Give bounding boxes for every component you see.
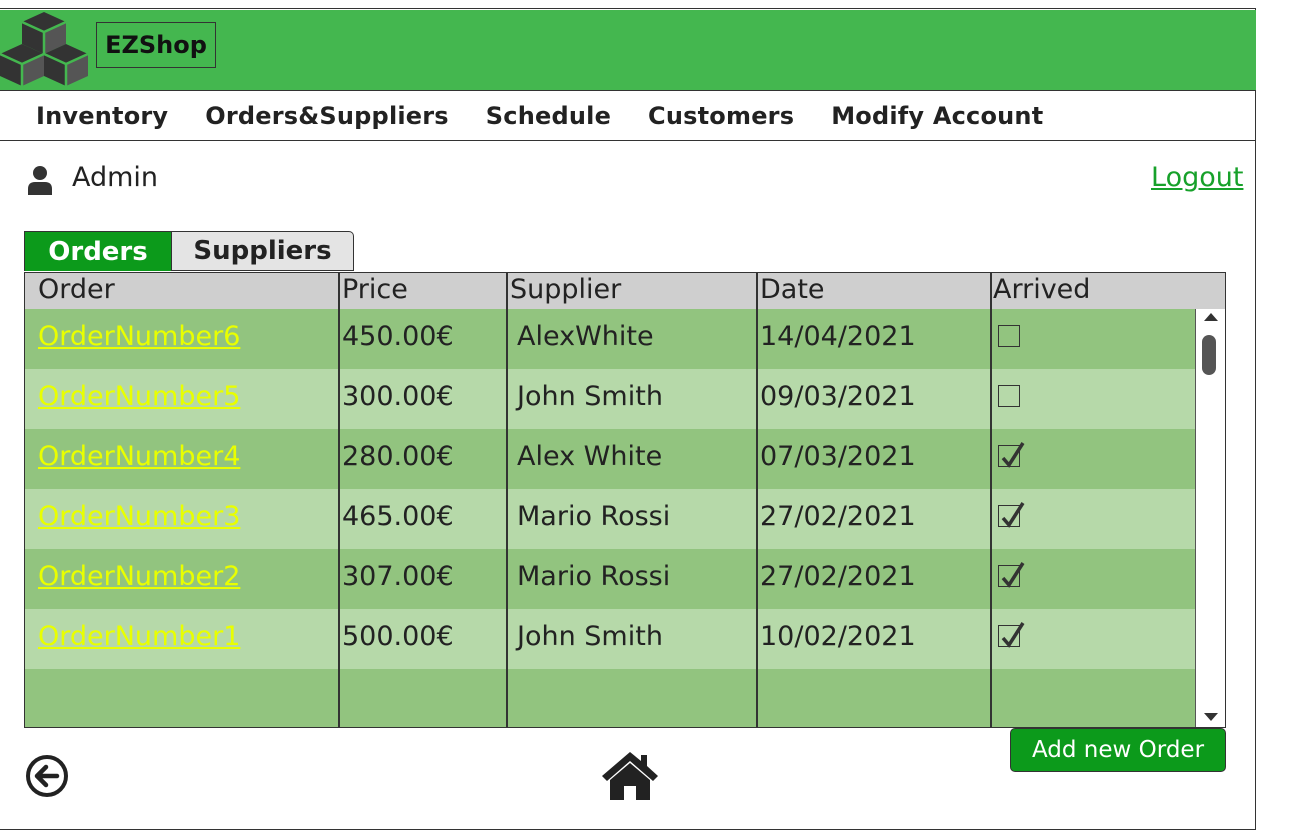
order-link[interactable]: OrderNumber2 bbox=[38, 549, 240, 609]
scroll-thumb[interactable] bbox=[1202, 335, 1216, 375]
checkmark-icon bbox=[1001, 562, 1025, 588]
logout-link[interactable]: Logout bbox=[1151, 162, 1243, 193]
orders-table: Order Price Supplier Date Arrived OrderN… bbox=[24, 272, 1226, 728]
home-icon[interactable] bbox=[600, 750, 660, 802]
scroll-up-arrow-icon[interactable] bbox=[1204, 313, 1218, 321]
date-cell: 09/03/2021 bbox=[760, 381, 916, 412]
app-header: EZShop bbox=[0, 10, 1256, 91]
tab-orders[interactable]: Orders bbox=[24, 231, 172, 271]
column-header-supplier[interactable]: Supplier bbox=[510, 273, 621, 309]
scroll-down-arrow-icon[interactable] bbox=[1204, 713, 1218, 721]
date-cell: 07/03/2021 bbox=[760, 441, 916, 472]
table-row[interactable]: OrderNumber3 465.00€ Mario Rossi 27/02/2… bbox=[25, 489, 1195, 549]
order-link[interactable]: OrderNumber1 bbox=[38, 609, 240, 669]
order-link[interactable]: OrderNumber5 bbox=[38, 369, 240, 429]
nav-item-schedule[interactable]: Schedule bbox=[486, 102, 611, 130]
order-link[interactable]: OrderNumber4 bbox=[38, 429, 240, 489]
checkmark-icon bbox=[1001, 502, 1025, 528]
arrived-checkbox[interactable] bbox=[998, 442, 1025, 468]
tab-suppliers[interactable]: Suppliers bbox=[172, 231, 354, 271]
nav-item-inventory[interactable]: Inventory bbox=[36, 102, 168, 130]
date-cell: 27/02/2021 bbox=[760, 561, 916, 592]
arrived-checkbox[interactable] bbox=[998, 325, 1020, 347]
table-row[interactable]: OrderNumber4 280.00€ Alex White 07/03/20… bbox=[25, 429, 1195, 489]
order-link[interactable]: OrderNumber6 bbox=[38, 309, 240, 369]
user-name: Admin bbox=[72, 162, 159, 193]
table-row[interactable]: OrderNumber5 300.00€ John Smith 09/03/20… bbox=[25, 369, 1195, 429]
date-cell: 10/02/2021 bbox=[760, 621, 916, 652]
supplier-cell: John Smith bbox=[517, 621, 663, 652]
supplier-cell: Mario Rossi bbox=[517, 561, 671, 592]
price-cell: 450.00€ bbox=[342, 321, 454, 352]
nav-item-orders-suppliers[interactable]: Orders&Suppliers bbox=[205, 102, 449, 130]
column-header-price[interactable]: Price bbox=[342, 273, 408, 309]
date-cell: 14/04/2021 bbox=[760, 321, 916, 352]
arrived-checkbox[interactable] bbox=[998, 385, 1020, 407]
column-divider bbox=[756, 273, 758, 727]
brand-name: EZShop bbox=[96, 22, 216, 68]
main-nav: Inventory Orders&Suppliers Schedule Cust… bbox=[0, 91, 1256, 141]
column-header-date[interactable]: Date bbox=[760, 273, 825, 309]
price-cell: 465.00€ bbox=[342, 501, 454, 532]
column-divider bbox=[506, 273, 508, 727]
nav-item-modify-account[interactable]: Modify Account bbox=[831, 102, 1043, 130]
back-arrow-icon[interactable] bbox=[25, 754, 69, 798]
price-cell: 500.00€ bbox=[342, 621, 454, 652]
arrived-checkbox[interactable] bbox=[998, 622, 1025, 648]
order-link[interactable]: OrderNumber3 bbox=[38, 489, 240, 549]
supplier-cell: AlexWhite bbox=[517, 321, 654, 352]
date-cell: 27/02/2021 bbox=[760, 501, 916, 532]
column-header-arrived[interactable]: Arrived bbox=[993, 273, 1090, 309]
table-row[interactable]: OrderNumber2 307.00€ Mario Rossi 27/02/2… bbox=[25, 549, 1195, 609]
supplier-cell: John Smith bbox=[517, 381, 663, 412]
arrived-checkbox[interactable] bbox=[998, 502, 1025, 528]
checkmark-icon bbox=[1001, 622, 1025, 648]
boxes-logo-icon bbox=[0, 12, 89, 86]
table-row-empty bbox=[25, 669, 1195, 727]
table-row[interactable]: OrderNumber1 500.00€ John Smith 10/02/20… bbox=[25, 609, 1195, 669]
supplier-cell: Mario Rossi bbox=[517, 501, 671, 532]
user-icon bbox=[28, 166, 52, 195]
nav-item-customers[interactable]: Customers bbox=[648, 102, 794, 130]
supplier-cell: Alex White bbox=[517, 441, 663, 472]
price-cell: 280.00€ bbox=[342, 441, 454, 472]
price-cell: 300.00€ bbox=[342, 381, 454, 412]
table-scrollbar[interactable] bbox=[1195, 309, 1225, 727]
table-row[interactable]: OrderNumber6 450.00€ AlexWhite 14/04/202… bbox=[25, 309, 1195, 369]
tab-bar: Orders Suppliers bbox=[24, 231, 354, 271]
column-divider bbox=[990, 273, 992, 727]
column-divider bbox=[338, 273, 340, 727]
checkmark-icon bbox=[1001, 442, 1025, 468]
table-header: Order Price Supplier Date Arrived bbox=[25, 273, 1225, 310]
price-cell: 307.00€ bbox=[342, 561, 454, 592]
column-header-order[interactable]: Order bbox=[38, 273, 115, 309]
arrived-checkbox[interactable] bbox=[998, 562, 1025, 588]
add-new-order-button[interactable]: Add new Order bbox=[1010, 728, 1226, 772]
